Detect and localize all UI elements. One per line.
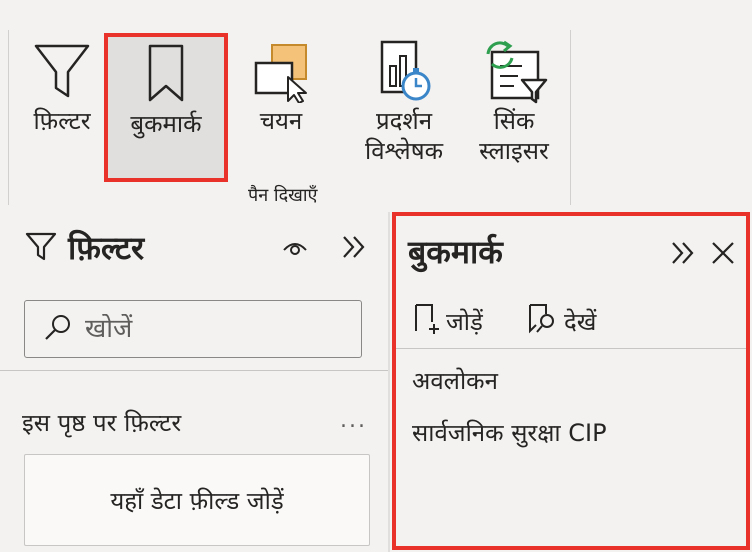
add-bookmark-button[interactable]: जोड़ें <box>412 302 483 340</box>
view-bookmark-label: देखें <box>564 307 597 336</box>
sync-slicers-icon <box>478 34 550 106</box>
bookmark-ribbon-label: बुकमार्क <box>130 110 202 138</box>
ribbon: फ़िल्टर बुकमार्क चयन प्रदर्शन विश्लेषक स… <box>0 0 752 210</box>
sync-slicers-label-2: स्लाइसर <box>479 137 549 165</box>
bookmark-icon <box>146 37 186 109</box>
divider <box>396 348 746 349</box>
close-icon[interactable] <box>706 236 740 270</box>
divider <box>0 370 388 371</box>
filter-ribbon-button[interactable]: फ़िल्टर <box>24 34 100 174</box>
add-bookmark-label: जोड़ें <box>446 307 483 336</box>
ribbon-separator <box>570 30 571 205</box>
more-options-button[interactable]: ... <box>340 408 367 433</box>
add-data-fields-text: यहाँ डेटा फ़ील्ड जोड़ें <box>110 486 284 515</box>
performance-analyzer-button[interactable]: प्रदर्शन विश्लेषक <box>356 34 452 184</box>
pane-divider <box>388 212 390 552</box>
collapse-pane-icon[interactable] <box>336 230 372 264</box>
sync-slicers-button[interactable]: सिंक स्लाइसर <box>468 34 560 184</box>
collapse-pane-icon[interactable] <box>666 236 700 270</box>
filter-pane-title: फ़िल्टर <box>68 229 145 267</box>
add-bookmark-icon <box>412 302 440 340</box>
perf-analyzer-label-2: विश्लेषक <box>364 137 444 165</box>
bookmark-ribbon-button[interactable]: बुकमार्क <box>104 33 228 182</box>
performance-analyzer-icon <box>372 34 436 106</box>
bookmark-item[interactable]: सार्वजनिक सुरक्षा CIP <box>412 418 607 448</box>
search-input[interactable] <box>85 314 345 344</box>
filter-icon <box>32 34 92 106</box>
view-bookmark-icon <box>526 302 558 340</box>
add-data-fields-well[interactable]: यहाँ डेटा फ़ील्ड जोड़ें <box>24 454 370 546</box>
eye-icon[interactable] <box>278 232 312 262</box>
filter-pane-header: फ़िल्टर <box>24 228 144 268</box>
show-panes-group-label: पैन दिखाएँ <box>248 185 318 206</box>
filter-ribbon-label: फ़िल्टर <box>33 107 91 135</box>
bookmark-item[interactable]: अवलोकन <box>412 366 498 396</box>
selection-pane-icon <box>248 34 314 106</box>
selection-ribbon-label: चयन <box>259 107 303 135</box>
bookmark-pane-title: बुकमार्क <box>408 233 503 271</box>
search-icon <box>43 312 73 346</box>
selection-ribbon-button[interactable]: चयन <box>244 34 318 174</box>
view-bookmark-button[interactable]: देखें <box>526 302 596 340</box>
perf-analyzer-label-1: प्रदर्शन <box>375 107 433 135</box>
sync-slicers-label-1: सिंक <box>493 107 535 135</box>
filter-icon <box>24 229 58 267</box>
ribbon-separator <box>8 30 9 205</box>
filter-pane: फ़िल्टर इस पृष्ठ पर फ़िल्टर ... यहाँ डेट… <box>0 212 390 552</box>
filter-search-box[interactable] <box>24 300 362 358</box>
bookmark-pane: बुकमार्क जोड़ें देखें अवलोकन सार्वजनिक स… <box>392 212 750 550</box>
filters-on-page-heading: इस पृष्ठ पर फ़िल्टर <box>22 409 182 437</box>
